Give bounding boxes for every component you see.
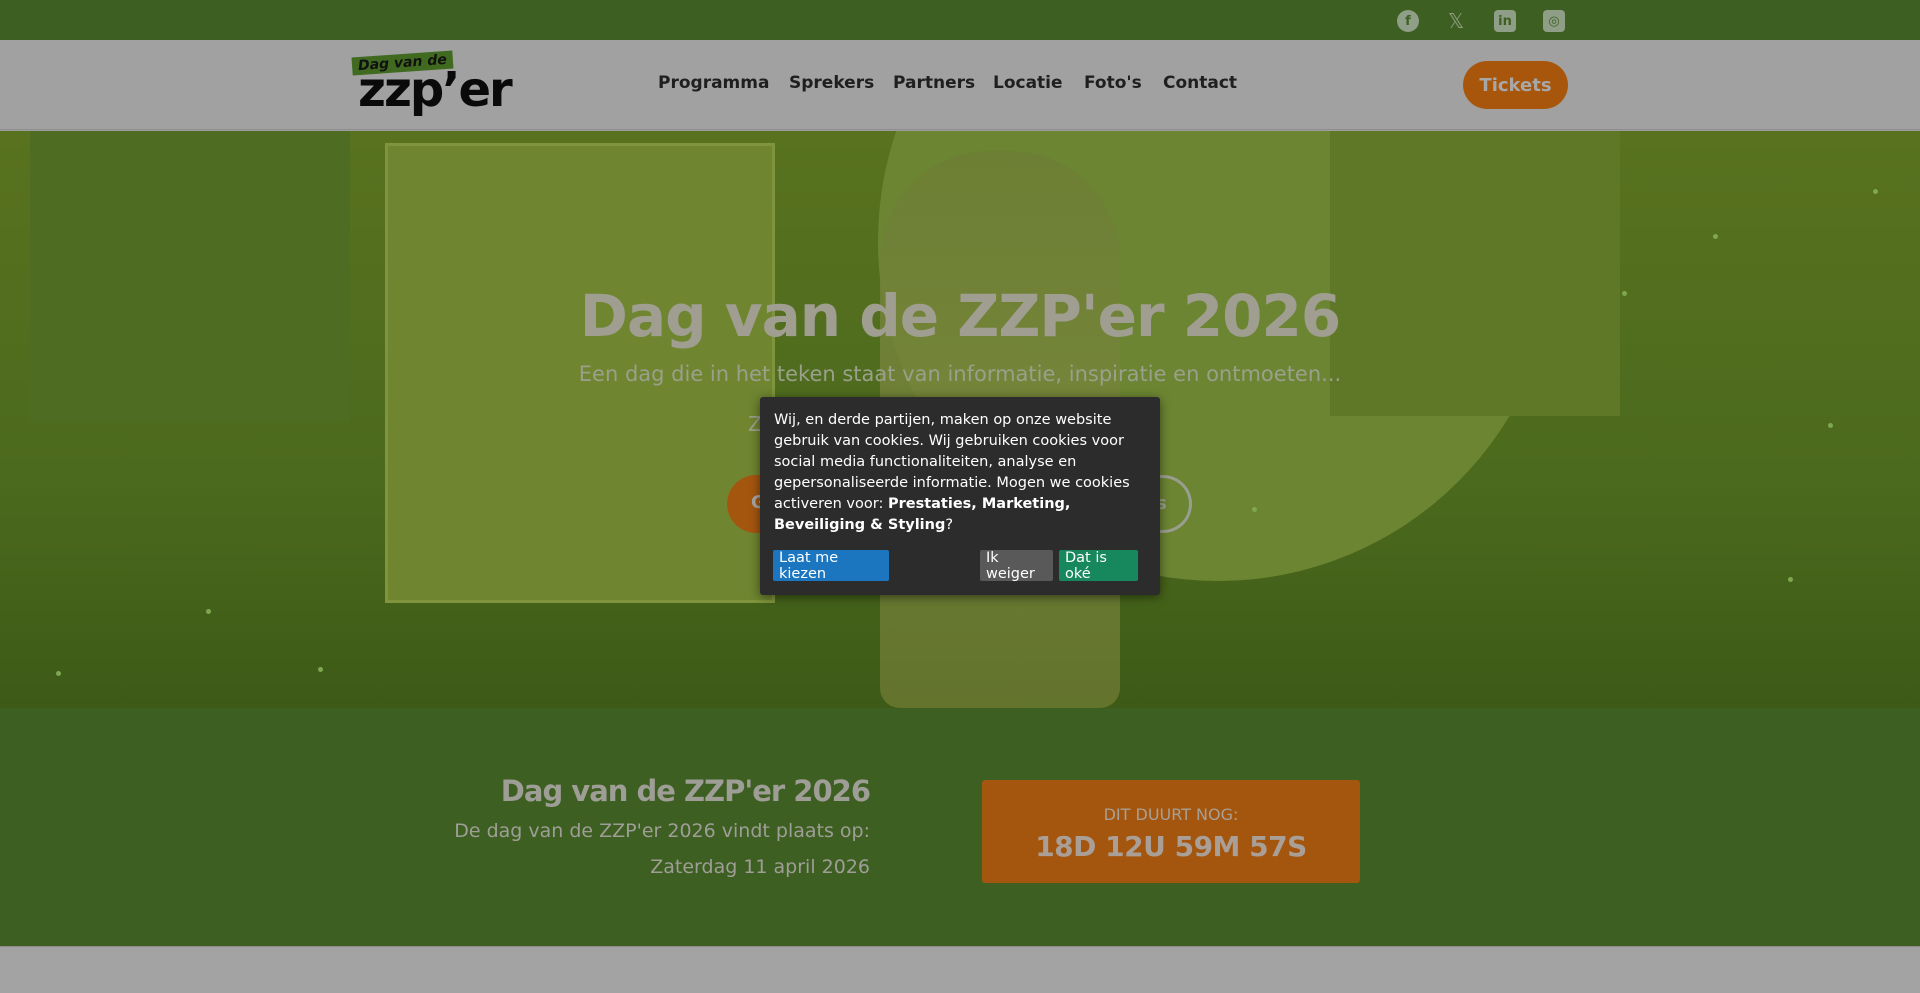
linkedin-icon[interactable]: in (1494, 10, 1516, 32)
tickets-button[interactable]: Tickets (1463, 61, 1568, 109)
hero-dot (1788, 577, 1793, 582)
hero-title: Dag van de ZZP'er 2026 (579, 282, 1341, 350)
hero-dot (1713, 234, 1718, 239)
top-social-bar: f 𝕏 in ◎ (0, 0, 1920, 40)
hero-dot (1828, 423, 1833, 428)
hero-dot (206, 609, 211, 614)
cookie-message-end: ? (945, 517, 954, 533)
next-section (0, 946, 1920, 993)
logo-wordmark: zzp’er (358, 62, 513, 118)
hero-subtitle: Een dag die in het teken staat van infor… (578, 362, 1342, 386)
nav-fotos[interactable]: Foto's (1084, 73, 1142, 93)
hero-dot (1252, 507, 1257, 512)
site-logo[interactable]: Dag van de zzp’er (351, 50, 522, 118)
nav-locatie[interactable]: Locatie (993, 73, 1063, 93)
event-intro: De dag van de ZZP'er 2026 vindt plaats o… (454, 820, 870, 842)
event-title: Dag van de ZZP'er 2026 (500, 774, 871, 808)
event-date: Zaterdag 11 april 2026 (650, 856, 870, 878)
cookie-consent-dialog: Wij, en derde partijen, maken op onze we… (760, 397, 1160, 595)
instagram-icon[interactable]: ◎ (1543, 10, 1565, 32)
hero-dot (56, 671, 61, 676)
facebook-icon[interactable]: f (1397, 10, 1419, 32)
cookie-accept-button[interactable]: Dat is oké (1059, 550, 1138, 582)
hero-dot (318, 667, 323, 672)
nav-sprekers[interactable]: Sprekers (789, 73, 874, 93)
nav-programma[interactable]: Programma (658, 73, 769, 93)
countdown-box: DIT DUURT NOG: 18D 12U 59M 57S (982, 780, 1360, 883)
cookie-choose-button[interactable]: Laat me kiezen (773, 550, 889, 582)
cookie-message: Wij, en derde partijen, maken op onze we… (774, 410, 1146, 536)
nav-contact[interactable]: Contact (1163, 73, 1237, 93)
x-twitter-icon[interactable]: 𝕏 (1445, 9, 1467, 33)
countdown-section (0, 708, 1920, 946)
countdown-value: 18D 12U 59M 57S (1035, 830, 1307, 863)
cookie-refuse-button[interactable]: Ik weiger (980, 550, 1053, 582)
nav-partners[interactable]: Partners (893, 73, 975, 93)
countdown-label: DIT DUURT NOG: (1103, 805, 1239, 824)
hero-dot (1873, 189, 1878, 194)
